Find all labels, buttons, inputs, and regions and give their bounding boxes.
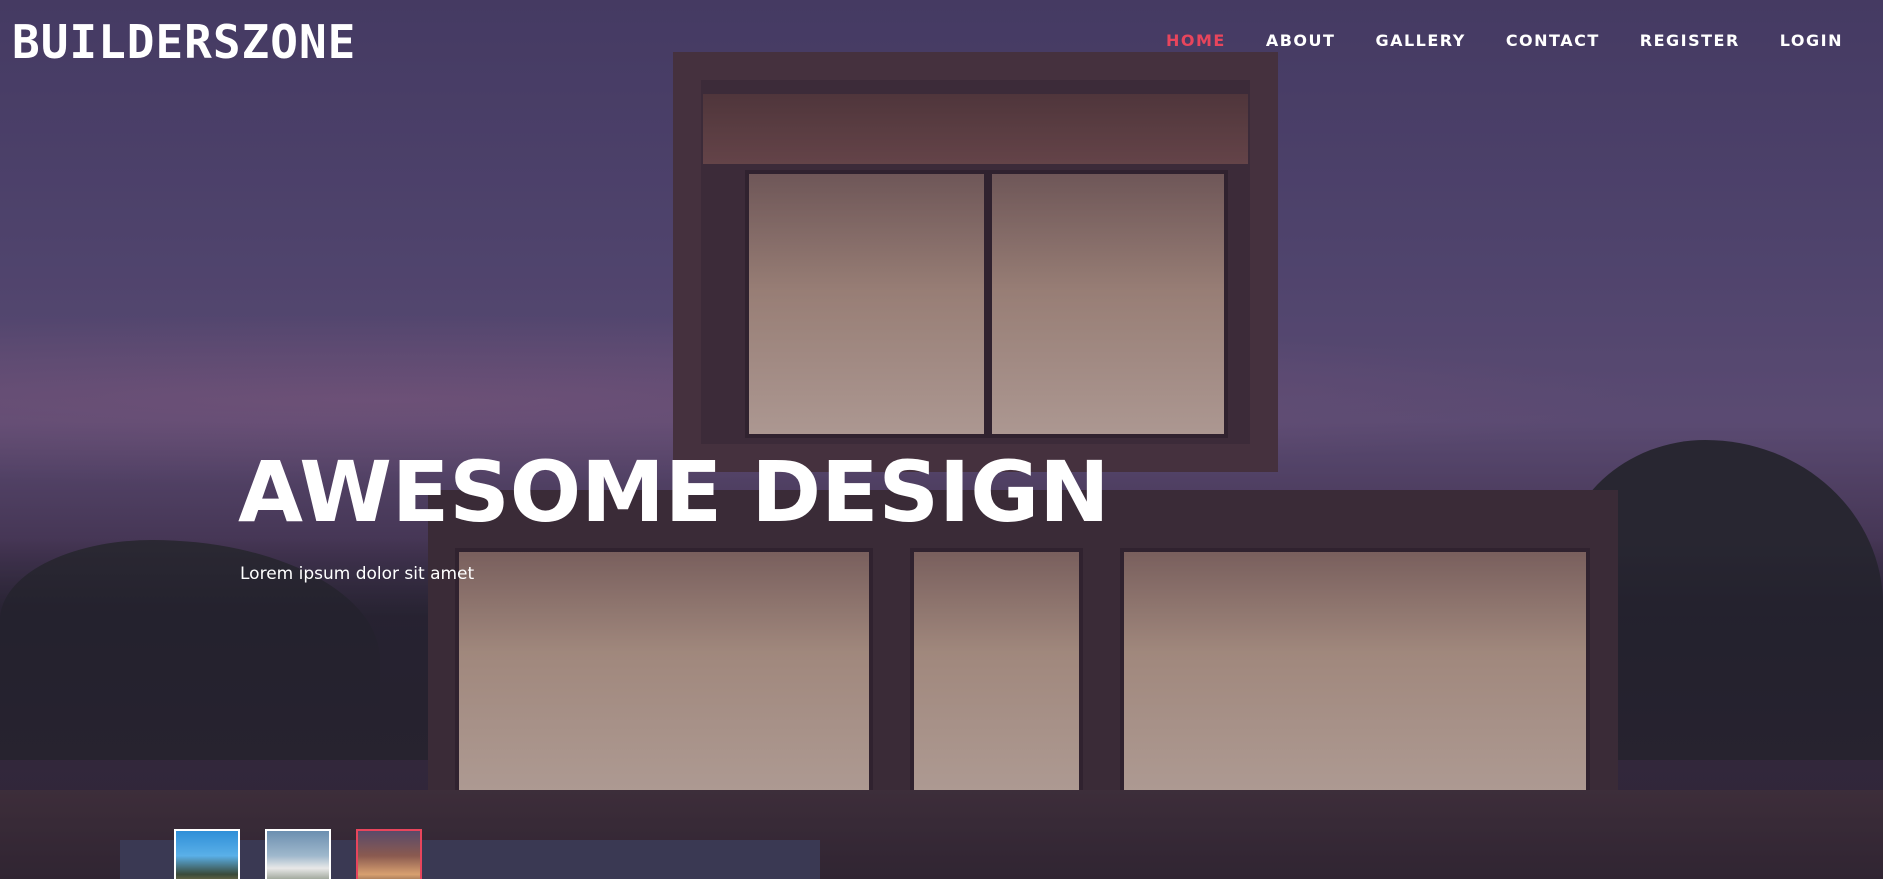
main-nav: HOME ABOUT GALLERY CONTACT REGISTER LOGI… (1166, 28, 1843, 54)
slider-thumbnail-3[interactable] (356, 829, 422, 879)
nav-item-login[interactable]: LOGIN (1780, 28, 1843, 54)
hero-title: AWESOME DESIGN (238, 443, 1110, 541)
thumbnail-image (267, 831, 329, 879)
slider-thumbnails (174, 829, 422, 879)
nav-item-contact[interactable]: CONTACT (1506, 28, 1600, 54)
slider-thumbnail-2[interactable] (265, 829, 331, 879)
slider-thumbnail-1[interactable] (174, 829, 240, 879)
site-logo[interactable]: BUILDERSZONE (12, 16, 356, 68)
nav-item-gallery[interactable]: GALLERY (1375, 28, 1465, 54)
hero-subtitle: Lorem ipsum dolor sit amet (240, 564, 475, 584)
nav-item-home[interactable]: HOME (1166, 28, 1226, 54)
hero-section: BUILDERSZONE HOME ABOUT GALLERY CONTACT … (0, 0, 1883, 879)
thumbnail-image (176, 831, 238, 879)
nav-item-about[interactable]: ABOUT (1266, 28, 1336, 54)
nav-item-register[interactable]: REGISTER (1640, 28, 1740, 54)
thumbnail-image (358, 831, 420, 879)
hero-overlay (0, 0, 1883, 879)
